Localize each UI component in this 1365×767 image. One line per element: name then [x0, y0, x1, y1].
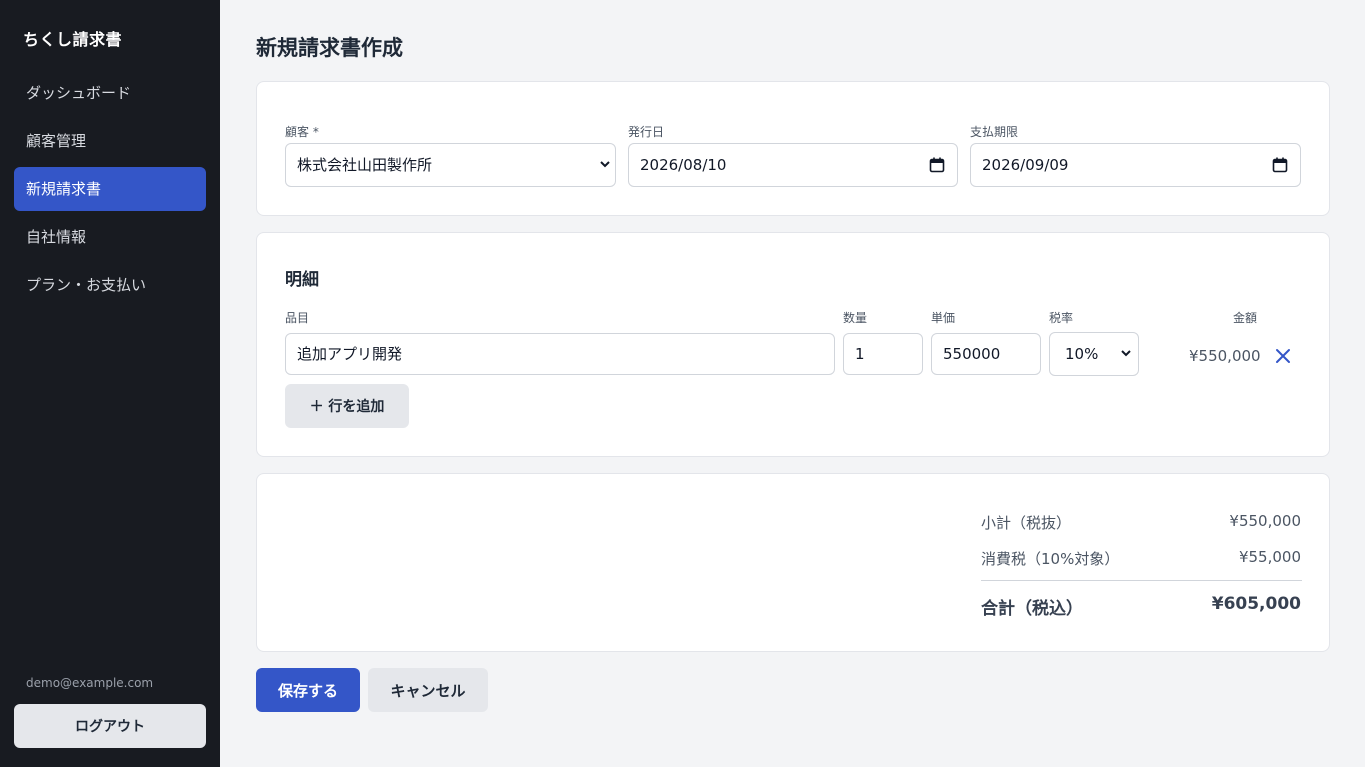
user-email: demo@example.com: [26, 676, 154, 690]
item-name-input[interactable]: 追加アプリ開発: [285, 333, 835, 375]
save-button[interactable]: 保存する: [256, 668, 360, 712]
logout-button[interactable]: ログアウト: [14, 704, 206, 748]
summary-card: 小計（税抜） ¥550,000 消費税（10%対象） ¥55,000 合計（税込…: [256, 473, 1330, 652]
unit-price-input[interactable]: 550000: [931, 333, 1041, 375]
column-header-tax-rate: 税率: [1049, 311, 1074, 325]
add-row-button[interactable]: ＋ 行を追加: [285, 384, 409, 428]
cancel-button[interactable]: キャンセル: [368, 668, 488, 712]
tax-rate-select[interactable]: 10%: [1049, 332, 1139, 376]
summary-divider: [981, 580, 1302, 581]
customer-select[interactable]: 株式会社山田製作所: [285, 143, 616, 187]
line-items-card: 明細 品目 数量 単価 税率 金額 追加アプリ開発 1 550000 10% ¥…: [256, 232, 1330, 457]
app-brand: ちくし請求書: [23, 30, 123, 49]
section-title: 明細: [285, 270, 319, 290]
column-header-item: 品目: [285, 311, 310, 325]
subtotal-value: ¥550,000: [1229, 512, 1301, 530]
chevron-down-icon: [600, 161, 610, 168]
item-name-value: 追加アプリ開発: [297, 345, 403, 363]
sidebar-nav: ダッシュボード 顧客管理 新規請求書 自社情報 プラン・お支払い: [14, 71, 206, 311]
calendar-icon[interactable]: [929, 157, 945, 173]
due-date-field[interactable]: 2026/09/09: [970, 143, 1301, 187]
total-label: 合計（税込）: [981, 599, 1083, 619]
due-date-value: 2026/09/09: [982, 156, 1069, 174]
sidebar-item-plan-billing[interactable]: プラン・お支払い: [14, 263, 206, 307]
sidebar-item-new-invoice[interactable]: 新規請求書: [14, 167, 206, 211]
issue-date-field[interactable]: 2026/08/10: [628, 143, 958, 187]
column-header-unit-price: 単価: [931, 311, 956, 325]
column-header-amount: 金額: [1233, 311, 1258, 325]
calendar-icon[interactable]: [1272, 157, 1288, 173]
sidebar-item-company-info[interactable]: 自社情報: [14, 215, 206, 259]
quantity-input[interactable]: 1: [843, 333, 923, 375]
due-date-label: 支払期限: [970, 125, 1019, 139]
quantity-value: 1: [855, 345, 865, 363]
issue-date-label: 発行日: [628, 125, 665, 139]
total-value: ¥605,000: [1211, 594, 1301, 614]
page-title: 新規請求書作成: [256, 36, 403, 60]
sidebar-item-dashboard[interactable]: ダッシュボード: [14, 71, 206, 115]
sidebar-item-customers[interactable]: 顧客管理: [14, 119, 206, 163]
sidebar: ちくし請求書 ダッシュボード 顧客管理 新規請求書 自社情報 プラン・お支払い …: [0, 0, 220, 767]
invoice-header-card: 顧客 * 株式会社山田製作所 発行日 2026/08/10 支払期限 2026/…: [256, 81, 1330, 216]
customer-label: 顧客 *: [285, 125, 319, 139]
tax-label: 消費税（10%対象）: [981, 550, 1120, 568]
tax-value: ¥55,000: [1238, 548, 1301, 566]
close-icon[interactable]: [1274, 347, 1292, 365]
tax-rate-value: 10%: [1065, 345, 1099, 363]
unit-price-value: 550000: [943, 345, 1001, 363]
line-amount: ¥550,000: [1189, 347, 1261, 365]
customer-select-value: 株式会社山田製作所: [297, 156, 433, 174]
chevron-down-icon: [1121, 350, 1131, 357]
column-header-quantity: 数量: [843, 311, 868, 325]
subtotal-label: 小計（税抜）: [981, 514, 1072, 532]
issue-date-value: 2026/08/10: [640, 156, 727, 174]
